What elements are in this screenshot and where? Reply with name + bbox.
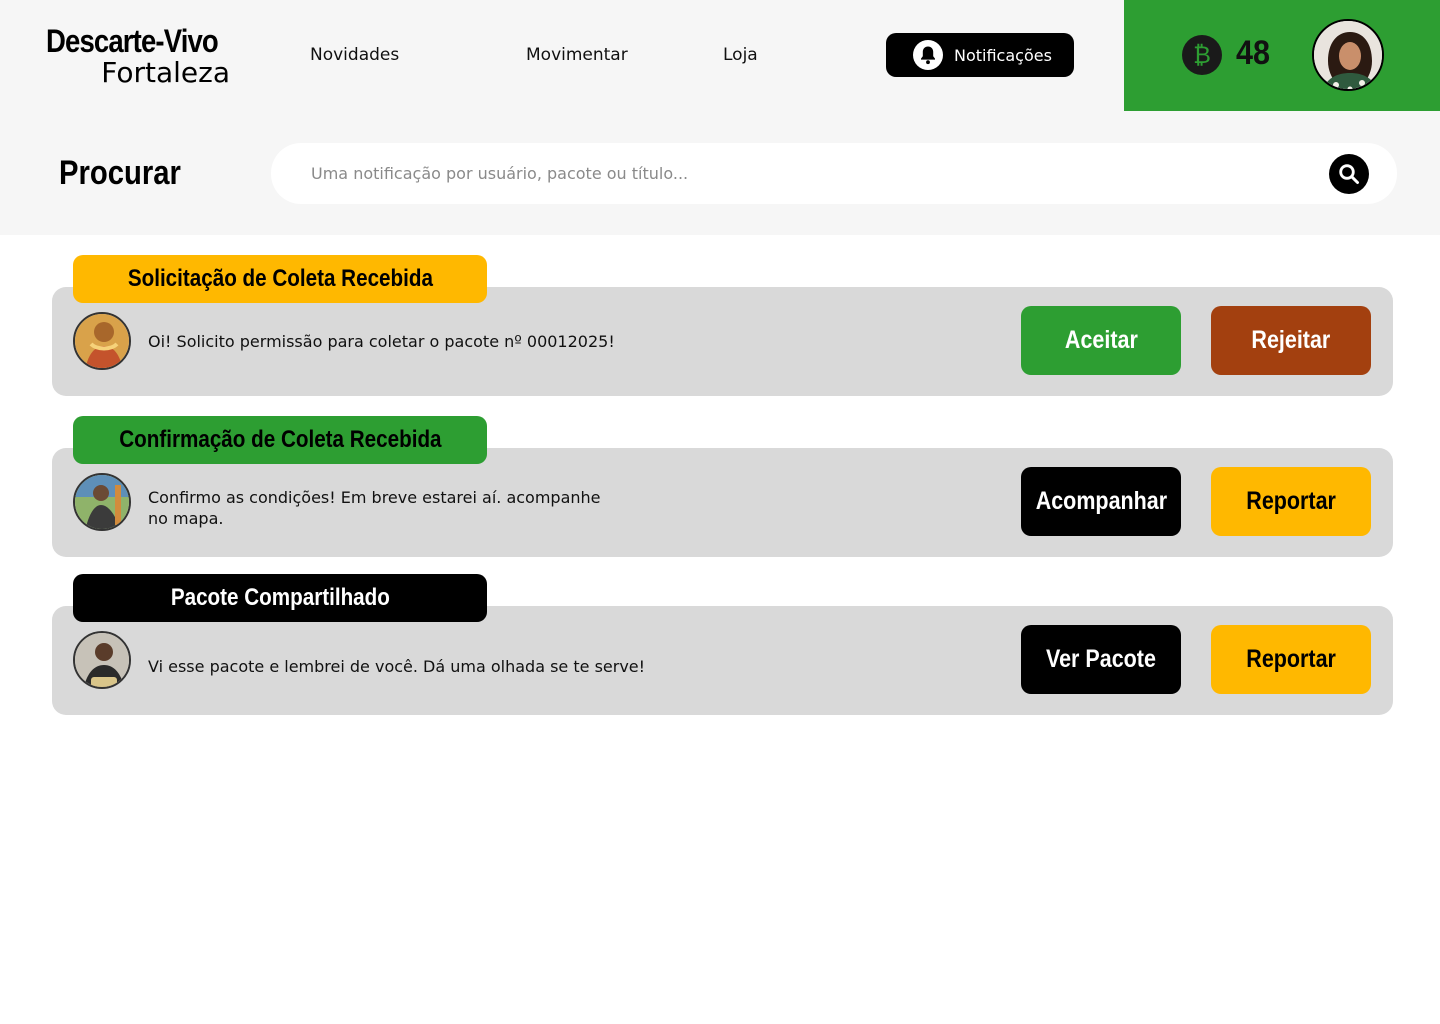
search-bar: [271, 143, 1397, 204]
sender-avatar[interactable]: [73, 631, 131, 689]
reject-label: Rejeitar: [1251, 326, 1331, 354]
nav-movimentar[interactable]: Movimentar: [526, 45, 628, 65]
header-bar: Descarte-Vivo Fortaleza Novidades Movime…: [0, 0, 1440, 235]
notification-card: Confirmo as condições! Em breve estarei …: [52, 448, 1393, 557]
sender-avatar[interactable]: [73, 312, 131, 370]
search-icon: [1339, 164, 1359, 184]
user-avatar[interactable]: [1312, 19, 1384, 91]
notification-tag-collection-request: Solicitação de Coleta Recebida: [73, 255, 487, 303]
logo-subtitle: Fortaleza: [101, 56, 230, 89]
view-package-button[interactable]: Ver Pacote: [1021, 625, 1181, 694]
accept-button[interactable]: Aceitar: [1021, 306, 1181, 375]
reject-button[interactable]: Rejeitar: [1211, 306, 1371, 375]
coin-icon: ₿: [1182, 35, 1222, 75]
logo-title: Descarte-Vivo: [46, 23, 219, 59]
notification-tag-label: Confirmação de Coleta Recebida: [118, 426, 442, 453]
report-label: Reportar: [1246, 487, 1336, 515]
search-input[interactable]: [311, 143, 1311, 204]
nav-loja[interactable]: Loja: [723, 45, 758, 65]
notifications-button[interactable]: Notificações: [886, 33, 1074, 77]
search-button[interactable]: [1329, 154, 1369, 194]
search-title: Procurar: [59, 154, 181, 192]
nav-novidades[interactable]: Novidades: [310, 45, 399, 65]
notifications-label: Notificações: [954, 45, 1052, 65]
coin-balance: 48: [1236, 34, 1271, 72]
notification-tag-collection-confirmation: Confirmação de Coleta Recebida: [73, 416, 487, 464]
report-label: Reportar: [1246, 645, 1336, 673]
notification-card: Oi! Solicito permissão para coletar o pa…: [52, 287, 1393, 396]
notification-tag-label: Pacote Compartilhado: [170, 584, 390, 611]
wallet-panel: ₿ 48: [1124, 0, 1440, 111]
sender-avatar[interactable]: [73, 473, 131, 531]
notification-message: Vi esse pacote e lembrei de você. Dá uma…: [148, 657, 646, 676]
track-label: Acompanhar: [1035, 487, 1167, 515]
accept-label: Aceitar: [1064, 326, 1138, 354]
app-logo[interactable]: Descarte-Vivo Fortaleza: [46, 24, 232, 88]
track-button[interactable]: Acompanhar: [1021, 467, 1181, 536]
notification-card: Vi esse pacote e lembrei de você. Dá uma…: [52, 606, 1393, 715]
report-button[interactable]: Reportar: [1211, 467, 1371, 536]
view-package-label: Ver Pacote: [1046, 645, 1156, 673]
notification-message: Confirmo as condições! Em breve estarei …: [148, 488, 601, 528]
notification-message: Oi! Solicito permissão para coletar o pa…: [148, 332, 615, 351]
bell-icon: [913, 40, 943, 70]
notification-tag-shared-package: Pacote Compartilhado: [73, 574, 487, 622]
report-button[interactable]: Reportar: [1211, 625, 1371, 694]
notification-tag-label: Solicitação de Coleta Recebida: [127, 265, 433, 292]
